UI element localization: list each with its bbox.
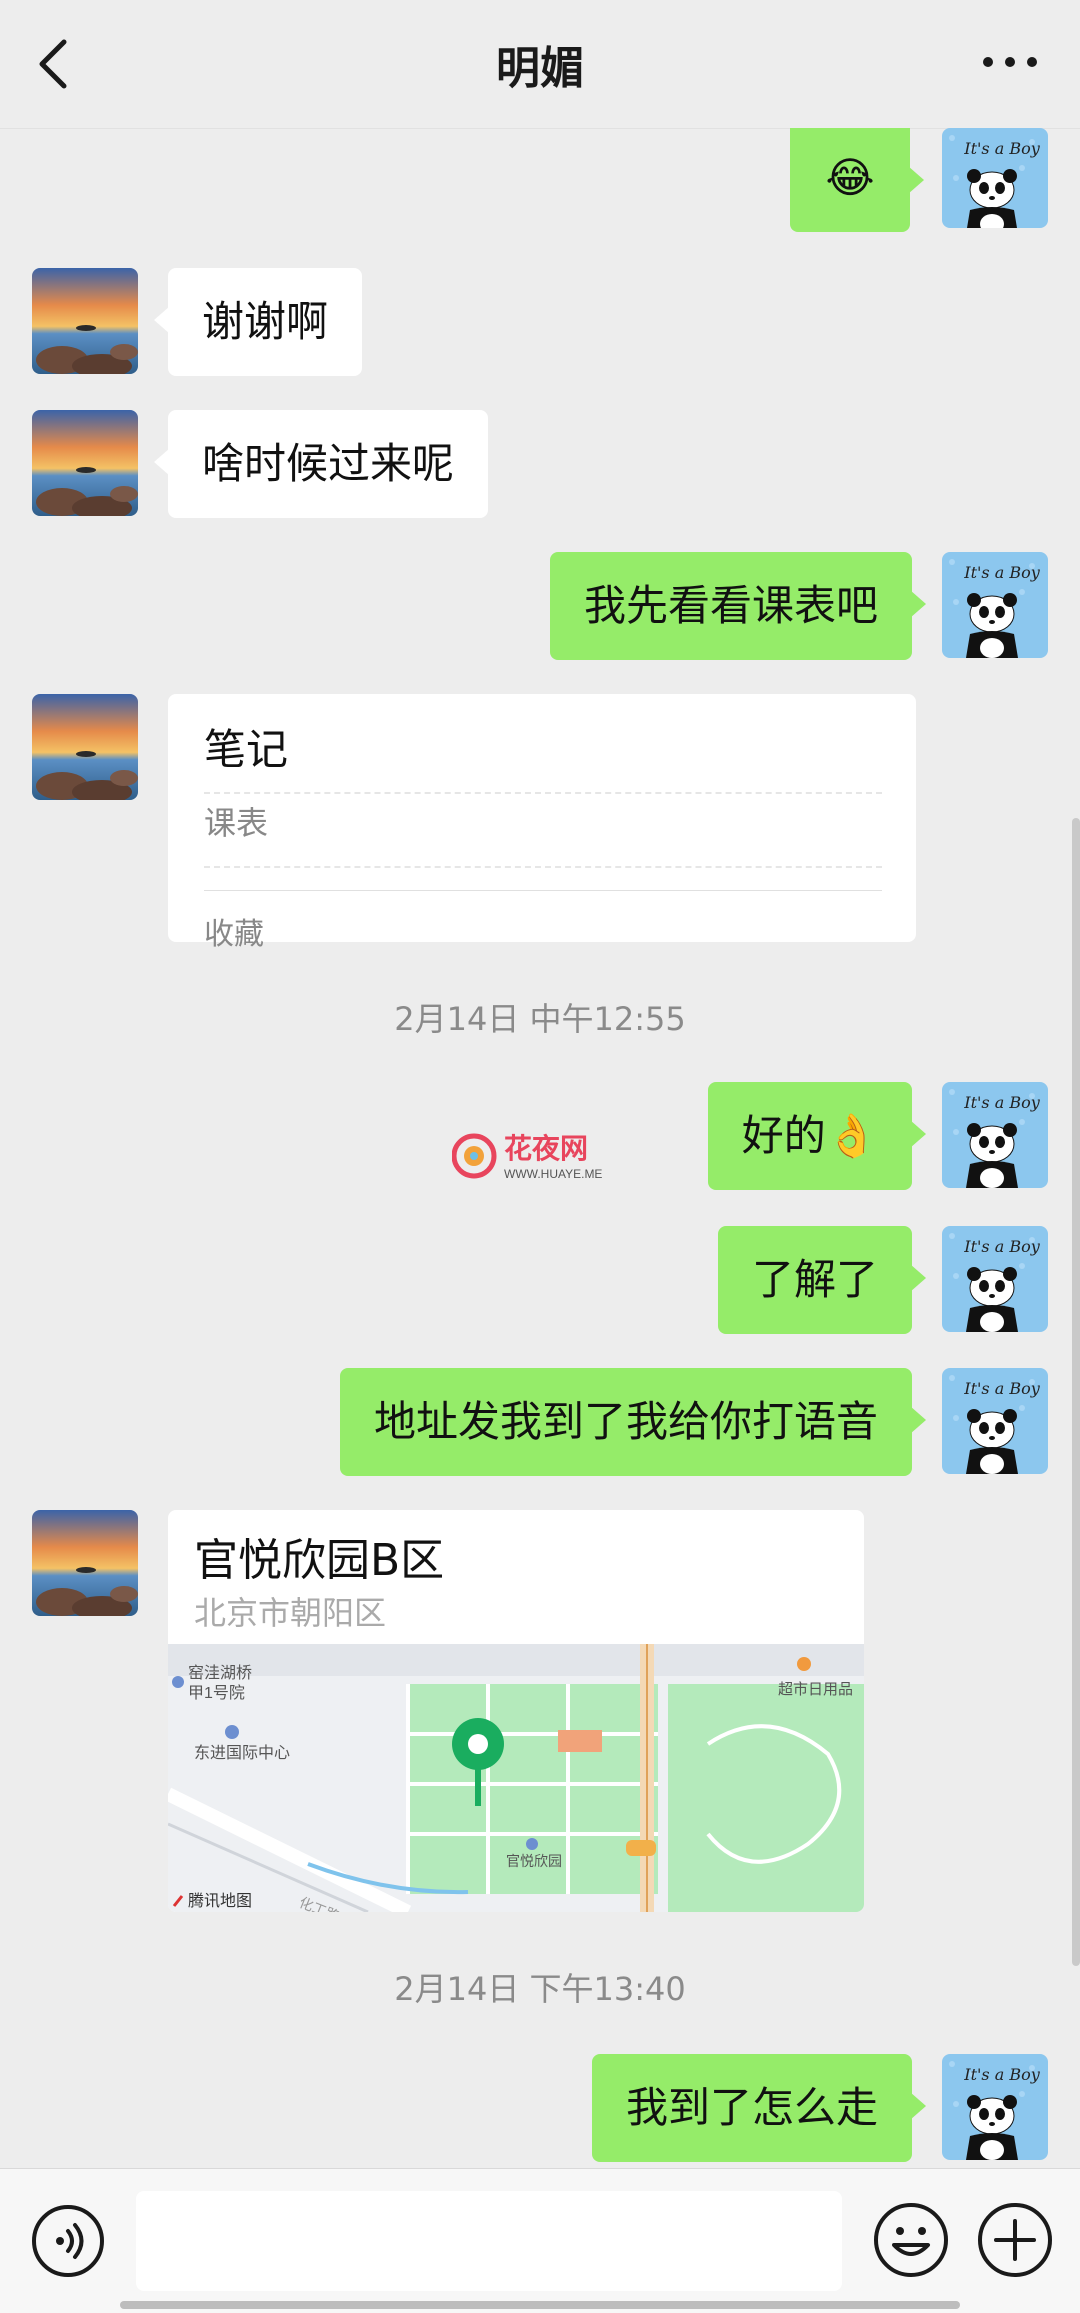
svg-text:It's a Boy: It's a Boy: [963, 2065, 1040, 2084]
self-avatar[interactable]: It's a Boy: [942, 1226, 1048, 1332]
emoji-laughing: 😂: [825, 153, 875, 202]
self-avatar[interactable]: It's a Boy: [942, 1082, 1048, 1188]
voice-button[interactable]: [30, 2203, 106, 2279]
contact-avatar[interactable]: [32, 268, 138, 374]
panda-avatar-image: It's a Boy: [942, 552, 1048, 658]
sunset-avatar-image: [32, 1510, 138, 1616]
panda-avatar-image: It's a Boy: [942, 1082, 1048, 1188]
message-bubble-outgoing[interactable]: 地址发我到了我给你打语音: [339, 1368, 927, 1476]
svg-text:东进国际中心: 东进国际中心: [194, 1744, 290, 1762]
chat-header: 明媚: [0, 0, 1080, 129]
emoji-icon: [874, 2203, 948, 2277]
note-subtitle: 课表: [204, 792, 882, 868]
input-bar: [0, 2168, 1080, 2313]
panda-avatar-image: It's a Boy: [942, 2054, 1048, 2160]
note-card-message[interactable]: 笔记 课表 收藏: [168, 694, 916, 952]
message-input[interactable]: [136, 2191, 842, 2291]
location-card-message[interactable]: 官悦欣园B区 北京市朝阳区 窑洼湖桥 甲1号院 东进国际中心 官悦欣园 超市日用…: [168, 1510, 864, 1912]
sunset-avatar-image: [32, 268, 138, 374]
sunset-avatar-image: [32, 694, 138, 800]
note-title: 笔记: [204, 725, 289, 774]
message-text: 啥时候过来呢: [202, 439, 455, 488]
svg-text:花夜网: 花夜网: [504, 1132, 588, 1165]
panda-avatar-image: It's a Boy: [942, 1226, 1048, 1332]
more-functions-button[interactable]: [976, 2201, 1054, 2279]
message-text: 了解了: [751, 1255, 878, 1304]
svg-text:It's a Boy: It's a Boy: [963, 563, 1040, 582]
message-text: 我到了怎么走: [625, 2083, 878, 2132]
message-text: 好的👌: [741, 1111, 878, 1160]
message-text: 我先看看课表吧: [583, 581, 878, 630]
message-bubble-outgoing[interactable]: 我先看看课表吧: [549, 552, 927, 660]
svg-text:超市日用品: 超市日用品: [778, 1681, 853, 1698]
voice-icon: [32, 2205, 104, 2277]
svg-text:It's a Boy: It's a Boy: [963, 139, 1040, 158]
timestamp: 2月14日 下午13:40: [394, 1970, 686, 2008]
self-avatar[interactable]: It's a Boy: [942, 1368, 1048, 1474]
svg-text:It's a Boy: It's a Boy: [963, 1237, 1040, 1256]
svg-text:官悦欣园: 官悦欣园: [506, 1853, 562, 1869]
svg-text:WWW.HUAYE.ME: WWW.HUAYE.ME: [504, 1167, 602, 1181]
more-button[interactable]: [980, 44, 1040, 80]
more-dots-icon: [983, 57, 1037, 67]
panda-avatar-image: It's a Boy: [942, 128, 1048, 228]
contact-avatar[interactable]: [32, 410, 138, 516]
message-bubble-outgoing[interactable]: 😂: [790, 128, 924, 232]
contact-avatar[interactable]: [32, 694, 138, 800]
panda-avatar-image: It's a Boy: [942, 1368, 1048, 1474]
message-bubble-outgoing[interactable]: 我到了怎么走: [591, 2054, 927, 2162]
scrollbar[interactable]: [1072, 818, 1080, 1966]
svg-text:甲1号院: 甲1号院: [188, 1684, 245, 1702]
message-bubble-outgoing[interactable]: 了解了: [717, 1226, 927, 1334]
message-bubble-outgoing[interactable]: 好的👌: [707, 1082, 927, 1190]
self-avatar[interactable]: It's a Boy: [942, 2054, 1048, 2160]
self-avatar[interactable]: It's a Boy: [942, 128, 1048, 228]
message-bubble-incoming[interactable]: 啥时候过来呢: [153, 410, 489, 518]
home-indicator: [120, 2301, 960, 2309]
emoji-button[interactable]: [872, 2201, 950, 2279]
watermark-logo: 花夜网 WWW.HUAYE.ME: [452, 1132, 602, 1181]
contact-avatar[interactable]: [32, 1510, 138, 1616]
location-address: 北京市朝阳区: [194, 1594, 387, 1632]
svg-text:窑洼湖桥: 窑洼湖桥: [188, 1664, 252, 1682]
message-text: 地址发我到了我给你打语音: [373, 1397, 878, 1446]
message-bubble-incoming[interactable]: 谢谢啊: [153, 268, 363, 376]
chat-title: 明媚: [496, 43, 584, 94]
svg-text:It's a Boy: It's a Boy: [963, 1093, 1040, 1112]
location-name: 官悦欣园B区: [194, 1535, 445, 1586]
message-text: 谢谢啊: [202, 297, 329, 346]
svg-text:腾讯地图: 腾讯地图: [188, 1892, 252, 1910]
note-source: 收藏: [204, 890, 882, 953]
timestamp: 2月14日 中午12:55: [394, 1000, 686, 1038]
self-avatar[interactable]: It's a Boy: [942, 552, 1048, 658]
svg-text:It's a Boy: It's a Boy: [963, 1379, 1040, 1398]
plus-icon: [978, 2203, 1052, 2277]
sunset-avatar-image: [32, 410, 138, 516]
location-map: 窑洼湖桥 甲1号院 东进国际中心 官悦欣园 超市日用品 腾讯地图 化工路: [168, 1644, 864, 1912]
